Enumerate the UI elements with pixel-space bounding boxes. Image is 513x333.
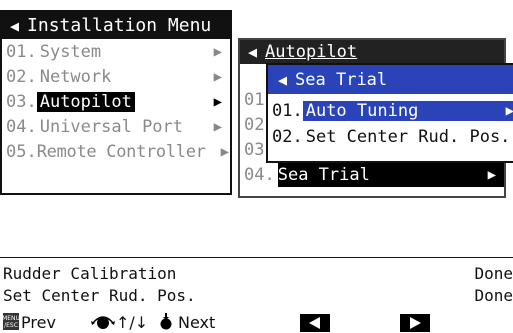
chevron-right-icon: ▶ xyxy=(213,43,222,60)
item-label: Autopilot xyxy=(36,91,135,112)
scroll-knob-icon xyxy=(90,313,116,331)
sea-trial-menu-title: ◀ Sea Trial xyxy=(268,65,513,94)
status-value: Done xyxy=(474,263,513,283)
back-arrow-icon[interactable]: ◀ xyxy=(278,71,287,89)
menu-item-auto-tuning[interactable]: 01. Auto Tuning ▶ xyxy=(268,98,513,124)
item-label: Set Center Rud. Pos. xyxy=(305,127,511,147)
chevron-right-icon: ▶ xyxy=(505,103,513,119)
item-label: Remote Controller xyxy=(36,141,206,162)
item-label: Network xyxy=(39,66,112,87)
menu-item-autopilot[interactable]: 03. Autopilot ▶ xyxy=(2,89,230,114)
screen: ◀ Installation Menu 01. System ▶ 02. Netwo… xyxy=(0,0,513,333)
back-arrow-icon[interactable]: ◀ xyxy=(248,43,257,61)
status-label: Rudder Calibration xyxy=(3,263,177,283)
status-row-rudder-calibration: Rudder Calibration Done xyxy=(0,263,513,283)
left-arrow-key-icon[interactable] xyxy=(300,314,330,332)
item-label: Auto Tuning xyxy=(302,101,513,121)
chevron-right-icon: ▶ xyxy=(487,166,496,183)
key-guide-bar: MENU/ESC Prev ↑/↓ Next xyxy=(0,312,513,333)
prev-label: Prev xyxy=(21,313,56,332)
right-arrow-key-icon[interactable] xyxy=(400,314,430,332)
chevron-right-icon: ▶ xyxy=(220,143,229,160)
next-label: Next xyxy=(178,313,216,332)
installation-menu: ◀ Installation Menu 01. System ▶ 02. Netwo… xyxy=(0,10,232,195)
autopilot-menu-title-text: Autopilot xyxy=(265,42,358,62)
updown-label: ↑/↓ xyxy=(116,313,149,332)
status-row-set-center: Set Center Rud. Pos. Done xyxy=(0,285,513,305)
menu-esc-key-icon: MENU/ESC xyxy=(2,313,20,330)
back-arrow-icon[interactable]: ◀ xyxy=(10,17,19,35)
chevron-right-icon: ▶ xyxy=(213,68,222,85)
item-number: 02. xyxy=(6,66,37,87)
item-number: 04. xyxy=(244,164,275,185)
menu-item-network[interactable]: 02. Network ▶ xyxy=(2,64,230,89)
menu-item-remote-controller[interactable]: 05. Remote Controller ▶ xyxy=(2,139,230,164)
chevron-right-icon: ▶ xyxy=(213,93,222,110)
status-label: Set Center Rud. Pos. xyxy=(3,285,196,305)
status-value: Done xyxy=(474,285,513,305)
divider xyxy=(0,257,513,258)
installation-menu-title-text: Installation Menu xyxy=(27,15,212,36)
menu-item-set-center-rud-pos[interactable]: 02. Set Center Rud. Pos. xyxy=(268,124,513,150)
menu-item-universal-port[interactable]: 04. Universal Port ▶ xyxy=(2,114,230,139)
installation-menu-title: ◀ Installation Menu xyxy=(2,12,230,39)
item-number: 02. xyxy=(272,127,303,147)
item-number: 04. xyxy=(6,116,37,137)
autopilot-menu-title: ◀ Autopilot xyxy=(240,40,504,64)
item-label: System xyxy=(39,41,102,62)
item-number: 01. xyxy=(272,101,303,121)
item-number: 01. xyxy=(6,41,37,62)
menu-item-system[interactable]: 01. System ▶ xyxy=(2,39,230,64)
chevron-right-icon: ▶ xyxy=(213,118,222,135)
knob-push-icon xyxy=(158,313,174,331)
item-number: 05. xyxy=(6,141,37,162)
item-label: Universal Port xyxy=(39,116,184,137)
item-label: Sea Trial xyxy=(277,164,370,185)
item-number: 03. xyxy=(6,91,37,112)
sea-trial-menu: ◀ Sea Trial 01. Auto Tuning ▶ 02. Set Cent… xyxy=(266,63,513,163)
sea-trial-menu-title-text: Sea Trial xyxy=(295,69,388,90)
menu-item-sea-trial[interactable]: 04. Sea Trial ▶ xyxy=(240,162,504,187)
